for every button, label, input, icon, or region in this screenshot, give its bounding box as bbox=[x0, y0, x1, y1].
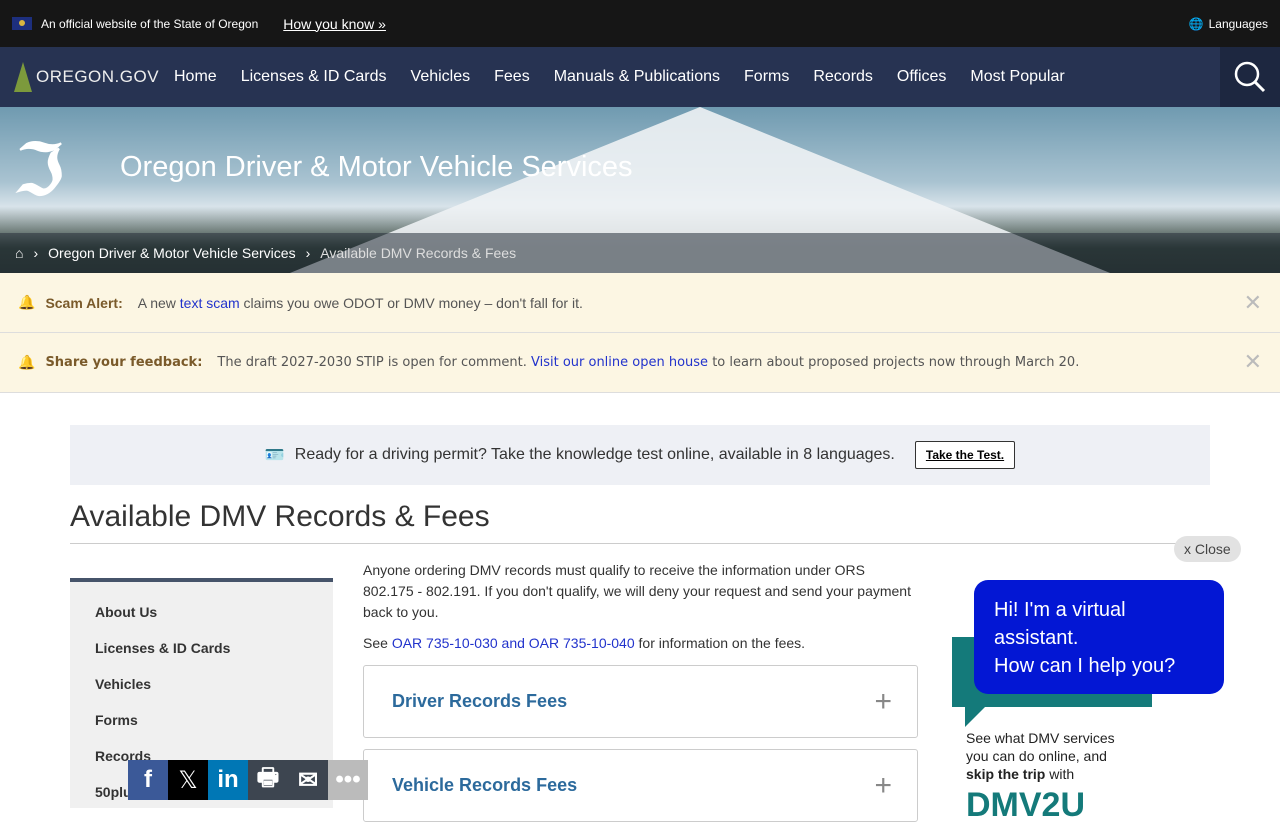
x-icon[interactable]: 𝕏 bbox=[168, 760, 208, 800]
sidebar-item-licenses[interactable]: Licenses & ID Cards bbox=[70, 632, 333, 668]
nav-vehicles[interactable]: Vehicles bbox=[411, 68, 471, 86]
oar-link[interactable]: OAR 735-10-030 and OAR 735-10-040 bbox=[392, 635, 635, 651]
feedback-alert: 🔔 Share your feedback: The draft 2027-20… bbox=[0, 333, 1280, 393]
nav-records[interactable]: Records bbox=[813, 68, 873, 86]
bell-icon: 🔔 bbox=[18, 354, 36, 371]
search-icon bbox=[1234, 61, 1266, 93]
chat-close-button[interactable]: x Close bbox=[1174, 536, 1241, 562]
search-button[interactable] bbox=[1220, 47, 1280, 107]
dmv2u-logo: DMV2U bbox=[966, 786, 1086, 824]
home-icon[interactable]: ⌂ bbox=[15, 245, 23, 261]
take-test-button[interactable]: Take the Test. bbox=[914, 441, 1016, 469]
agency-title: Oregon Driver & Motor Vehicle Services bbox=[120, 151, 633, 183]
plus-icon: + bbox=[874, 769, 892, 802]
close-icon[interactable]: ✕ bbox=[1244, 290, 1262, 316]
scam-alert: 🔔 Scam Alert: A new text scam claims you… bbox=[0, 273, 1280, 333]
globe-icon: 🌐 bbox=[1188, 16, 1204, 31]
open-house-link[interactable]: Visit our online open house bbox=[531, 355, 708, 370]
close-icon[interactable]: ✕ bbox=[1244, 350, 1262, 375]
oregon-gov-logo[interactable]: OREGON.GOV bbox=[0, 62, 159, 92]
main-nav: OREGON.GOV Home Licenses & ID Cards Vehi… bbox=[0, 47, 1280, 107]
how-you-know-link[interactable]: How you know » bbox=[283, 16, 386, 32]
intro-text: Anyone ordering DMV records must qualify… bbox=[363, 562, 911, 620]
sidebar-item-vehicles[interactable]: Vehicles bbox=[70, 668, 333, 704]
hero-banner: ℑ Oregon Driver & Motor Vehicle Services… bbox=[0, 107, 1280, 273]
id-card-icon: 🪪 bbox=[264, 447, 285, 464]
more-icon[interactable]: ••• bbox=[328, 760, 368, 800]
share-bar: f 𝕏 in 🖶 ✉ ••• bbox=[128, 760, 368, 800]
text-scam-link[interactable]: text scam bbox=[180, 295, 240, 311]
nav-offices[interactable]: Offices bbox=[897, 68, 947, 86]
breadcrumb: ⌂ › Oregon Driver & Motor Vehicle Service… bbox=[0, 233, 1280, 273]
permit-promo: 🪪 Ready for a driving permit? Take the k… bbox=[70, 425, 1210, 485]
sidebar-item-about[interactable]: About Us bbox=[70, 596, 333, 632]
chat-bubble[interactable]: Hi! I'm a virtual assistant. How can I he… bbox=[974, 580, 1224, 694]
sidebar-item-forms[interactable]: Forms bbox=[70, 704, 333, 740]
breadcrumb-agency[interactable]: Oregon Driver & Motor Vehicle Services bbox=[48, 245, 295, 261]
nav-licenses[interactable]: Licenses & ID Cards bbox=[241, 68, 387, 86]
accordion-driver-records[interactable]: Driver Records Fees + bbox=[363, 665, 918, 738]
accordion-vehicle-records[interactable]: Vehicle Records Fees + bbox=[363, 749, 918, 822]
nav-fees[interactable]: Fees bbox=[494, 68, 530, 86]
plus-icon: + bbox=[874, 685, 892, 718]
odot-logo: ℑ bbox=[15, 128, 64, 211]
divider bbox=[70, 543, 1210, 544]
official-banner: An official website of the State of Oreg… bbox=[0, 0, 1280, 47]
main-content: Anyone ordering DMV records must qualify… bbox=[363, 560, 918, 822]
facebook-icon[interactable]: f bbox=[128, 760, 168, 800]
page-title: Available DMV Records & Fees bbox=[70, 500, 490, 533]
oregon-flag-icon bbox=[12, 17, 32, 30]
print-icon[interactable]: 🖶 bbox=[248, 760, 288, 800]
languages-button[interactable]: 🌐 Languages bbox=[1189, 17, 1268, 31]
dmv2u-text: See what DMV services you can do online, … bbox=[966, 730, 1115, 782]
nav-home[interactable]: Home bbox=[174, 68, 217, 86]
tree-icon bbox=[14, 62, 32, 92]
official-text: An official website of the State of Oreg… bbox=[41, 16, 259, 31]
breadcrumb-current: Available DMV Records & Fees bbox=[320, 245, 517, 261]
linkedin-icon[interactable]: in bbox=[208, 760, 248, 800]
bell-icon: 🔔 bbox=[18, 294, 36, 310]
nav-most-popular[interactable]: Most Popular bbox=[970, 68, 1064, 86]
nav-manuals[interactable]: Manuals & Publications bbox=[554, 68, 720, 86]
email-icon[interactable]: ✉ bbox=[288, 760, 328, 800]
nav-forms[interactable]: Forms bbox=[744, 68, 789, 86]
